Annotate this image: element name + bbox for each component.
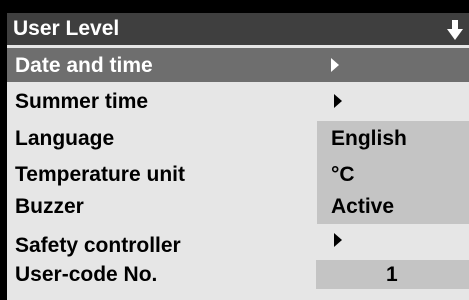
menu-item-temperature-unit[interactable]: Temperature unit xyxy=(15,162,185,188)
scroll-down-arrow-icon[interactable] xyxy=(447,19,463,41)
menu-item-summer-time[interactable]: Summer time xyxy=(15,89,148,115)
menu-item-language[interactable]: Language xyxy=(15,126,114,152)
menu-item-buzzer[interactable]: Buzzer xyxy=(15,194,84,220)
menu-item-label-date-and-time: Date and time xyxy=(15,54,153,77)
chevron-right-icon xyxy=(334,94,342,108)
buzzer-value: Active xyxy=(331,195,395,218)
menu-item-safety-controller[interactable]: Safety controller xyxy=(15,233,181,259)
menu-item-user-code-no[interactable]: User-code No. xyxy=(15,262,157,288)
chevron-right-icon xyxy=(331,58,339,72)
temperature-unit-value: °C xyxy=(331,163,355,186)
chevron-right-icon xyxy=(334,233,342,247)
menu-title: User Level xyxy=(13,17,120,40)
user-code-value: 1 xyxy=(386,263,398,286)
language-value: English xyxy=(331,127,407,150)
